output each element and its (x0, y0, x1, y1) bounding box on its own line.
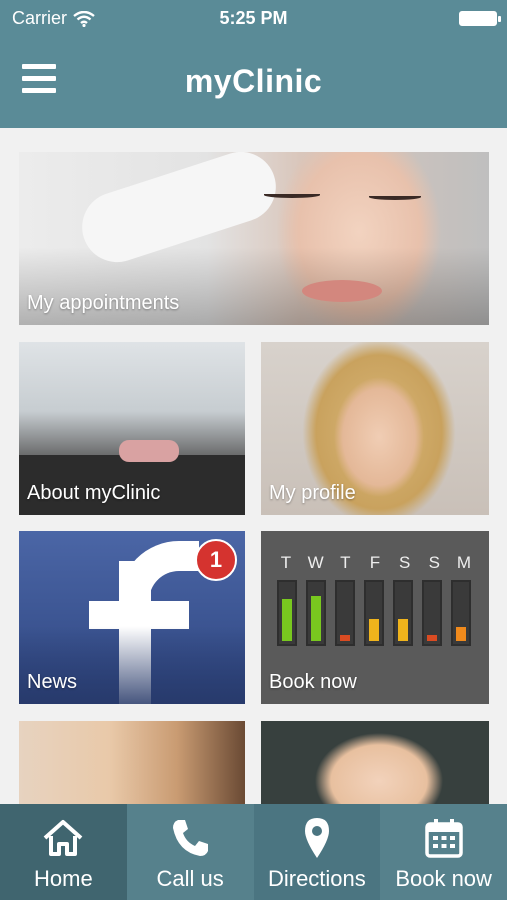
availability-bar-slot (335, 580, 355, 646)
tab-home[interactable]: Home (0, 804, 127, 900)
availability-bar-slot (393, 580, 413, 646)
weekday-label: M (456, 553, 472, 572)
availability-bar (369, 619, 379, 641)
availability-bar-slot (451, 580, 471, 646)
weekday-label: S (398, 553, 411, 572)
tile-label: About myClinic (27, 482, 161, 504)
availability-bar (282, 599, 292, 641)
availability-bar (311, 596, 321, 641)
map-pin-icon (304, 818, 329, 858)
tab-directions[interactable]: Directions (253, 804, 381, 900)
glove-image (73, 152, 285, 272)
availability-bar (340, 635, 350, 641)
eye-image (264, 192, 320, 198)
tile-hat-photo[interactable] (261, 721, 489, 811)
availability-bars (277, 580, 477, 646)
tile-about-myclinic[interactable]: About myClinic (19, 342, 245, 515)
battery-icon (459, 11, 501, 26)
weekday-label: T (280, 553, 292, 572)
status-bar: Carrier 5:25 PM (0, 0, 507, 36)
weekday-label: W (307, 553, 324, 572)
tile-label: My profile (269, 482, 356, 504)
phone-icon (173, 820, 209, 856)
tab-call-us[interactable]: Call us (126, 804, 254, 900)
tile-my-profile[interactable]: My profile (261, 342, 489, 515)
app-header: Carrier 5:25 PM myClinic (0, 0, 507, 128)
availability-bar (398, 619, 408, 641)
eye-image (369, 194, 421, 200)
tile-label: My appointments (27, 292, 180, 314)
availability-bar-slot (364, 580, 384, 646)
tab-label: Home (34, 866, 93, 891)
treatment-chair-image (119, 440, 179, 462)
weekday-label: T (340, 553, 351, 572)
calendar-icon (424, 819, 463, 858)
weekday-labels: T W T F S S M (275, 553, 475, 573)
availability-bar-slot (306, 580, 326, 646)
tile-label: Book now (269, 671, 357, 693)
availability-bar (427, 635, 437, 641)
tile-group-photo[interactable] (19, 721, 245, 811)
tile-book-now[interactable]: T W T F S S M Book now (261, 531, 489, 704)
status-time: 5:25 PM (219, 8, 288, 28)
tile-news[interactable]: 1 News (19, 531, 245, 704)
tab-bar: Home Call us Directions Book now (0, 804, 507, 900)
home-icon (44, 820, 83, 856)
tile-label: News (27, 671, 78, 693)
availability-bar-slot (422, 580, 442, 646)
availability-bar-slot (277, 580, 297, 646)
tab-label: Book now (395, 866, 492, 891)
availability-bar (456, 627, 466, 641)
notification-badge: 1 (195, 539, 237, 581)
tab-label: Directions (267, 866, 366, 891)
lips-image (302, 280, 382, 302)
page-title: myClinic (184, 63, 323, 99)
tab-label: Call us (156, 866, 224, 891)
tile-my-appointments[interactable]: My appointments (19, 152, 489, 325)
weekday-label: S (428, 553, 440, 572)
weekday-label: F (369, 553, 381, 572)
tab-book-now[interactable]: Book now (380, 804, 507, 900)
